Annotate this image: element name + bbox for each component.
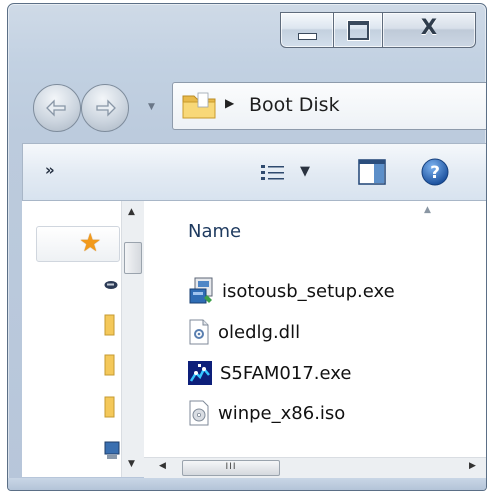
caption-buttons: X: [280, 12, 476, 48]
scroll-down-icon[interactable]: ▼: [128, 459, 135, 469]
file-item-winpe-x86-iso[interactable]: winpe_x86.iso: [188, 396, 345, 430]
breadcrumb-boot-disk[interactable]: Boot Disk: [249, 94, 340, 116]
folder-icon[interactable]: [104, 395, 116, 419]
file-name: S5FAM017.exe: [220, 362, 352, 384]
breadcrumb-arrow-icon[interactable]: ▶: [225, 96, 234, 110]
computer-icon[interactable]: [104, 441, 120, 461]
file-item-oledlg-dll[interactable]: oledlg.dll: [188, 315, 300, 349]
close-button[interactable]: X: [383, 12, 476, 48]
folder-icon: [182, 92, 216, 119]
command-bar: » ▼ ?: [22, 143, 486, 201]
back-arrow-icon: [46, 99, 66, 117]
file-item-isotousb-setup[interactable]: isotousb_setup.exe: [188, 274, 395, 308]
name-column-header[interactable]: Name: [188, 221, 241, 242]
horizontal-scroll-thumb[interactable]: III: [182, 460, 280, 476]
views-dropdown-icon[interactable]: ▼: [300, 164, 310, 179]
folder-icon[interactable]: [104, 353, 116, 377]
dll-file-icon: [189, 319, 209, 345]
drive-icon[interactable]: [104, 280, 118, 290]
file-name: oledlg.dll: [218, 321, 301, 343]
explorer-window: X ▼ ▶ Boot Disk » ▼ ? ★ ▲ ▼ ▲ Name isoto…: [7, 3, 487, 491]
star-icon: ★: [79, 228, 102, 257]
minimize-button[interactable]: [280, 12, 334, 48]
folder-icon[interactable]: [104, 313, 116, 337]
address-bar[interactable]: ▶ Boot Disk: [172, 82, 486, 130]
scroll-left-icon[interactable]: ◀: [159, 461, 166, 471]
file-list: ▲ Name isotousb_setup.exe oledlg.dll S5F…: [144, 201, 486, 461]
preview-pane-icon[interactable]: [358, 159, 386, 185]
horizontal-scrollbar[interactable]: ◀ III ▶: [144, 457, 486, 478]
views-list-icon[interactable]: [260, 164, 286, 182]
forward-arrow-icon: [96, 99, 116, 117]
exe-app-icon: [188, 361, 212, 385]
nav-item-favorites[interactable]: ★: [36, 226, 120, 262]
disc-image-icon: [189, 400, 209, 426]
installer-icon: [189, 277, 213, 304]
vertical-scroll-thumb[interactable]: [124, 242, 142, 274]
file-item-s5fam017-exe[interactable]: S5FAM017.exe: [188, 356, 351, 390]
recent-pages-dropdown-icon[interactable]: ▼: [148, 102, 155, 112]
file-name: isotousb_setup.exe: [222, 280, 395, 302]
scroll-up-icon[interactable]: ▲: [128, 207, 135, 217]
content-area: ★ ▲ ▼ ▲ Name isotousb_setup.exe oledlg.d…: [22, 201, 486, 478]
window-bottom-frame: [8, 478, 486, 490]
forward-button[interactable]: [81, 84, 129, 132]
close-icon: X: [420, 15, 438, 39]
file-name: winpe_x86.iso: [218, 402, 346, 424]
minimize-icon: [298, 33, 317, 40]
navigation-pane[interactable]: ★ ▲ ▼: [22, 201, 144, 477]
svg-text:?: ?: [430, 163, 440, 183]
maximize-button[interactable]: [334, 12, 383, 48]
maximize-icon: [348, 21, 369, 40]
nav-pane-vertical-scrollbar[interactable]: ▲ ▼: [121, 201, 144, 477]
scroll-right-icon[interactable]: ▶: [469, 461, 476, 471]
help-icon[interactable]: ?: [420, 157, 450, 187]
overflow-chevron-button[interactable]: »: [45, 161, 55, 179]
back-button[interactable]: [33, 84, 81, 132]
sort-ascending-icon: ▲: [424, 205, 431, 215]
